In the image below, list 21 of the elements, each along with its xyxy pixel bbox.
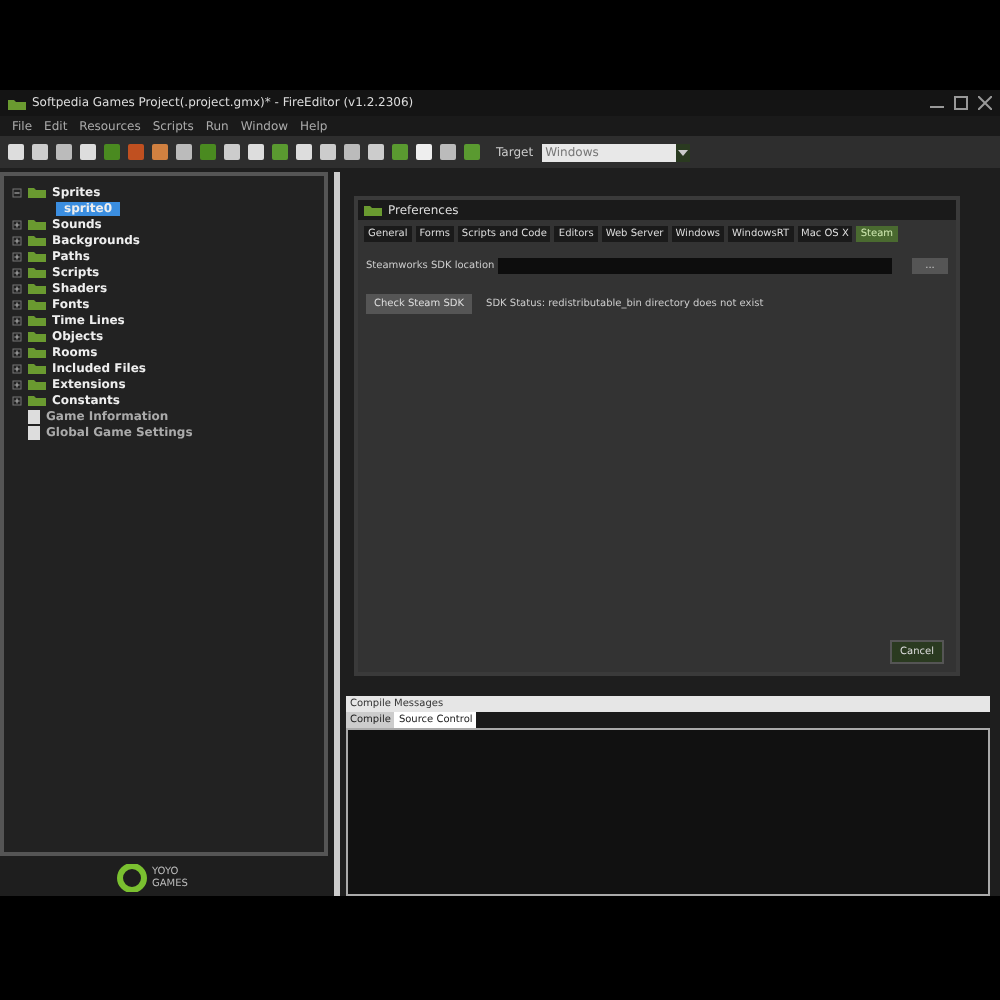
expand-icon[interactable] <box>12 267 22 277</box>
folder-icon <box>28 186 46 198</box>
expand-icon[interactable] <box>12 379 22 389</box>
close-icon[interactable] <box>978 96 992 110</box>
expand-icon[interactable] <box>12 331 22 341</box>
expand-icon[interactable] <box>12 315 22 325</box>
app-icon <box>8 97 26 109</box>
maximize-icon[interactable] <box>954 96 968 110</box>
expand-icon[interactable] <box>12 283 22 293</box>
caret-icon <box>675 143 690 161</box>
expand-icon[interactable] <box>12 251 22 261</box>
expand-icon[interactable] <box>12 395 22 405</box>
expand-icon[interactable] <box>12 299 22 309</box>
collapse-icon[interactable] <box>12 187 22 197</box>
expand-icon[interactable] <box>12 235 22 245</box>
sdk-location-field[interactable] <box>498 258 892 274</box>
expand-icon[interactable] <box>12 363 22 373</box>
expand-icon[interactable] <box>12 219 22 229</box>
app-icon <box>364 204 382 216</box>
expand-icon[interactable] <box>12 347 22 357</box>
logo-icon <box>116 864 148 892</box>
